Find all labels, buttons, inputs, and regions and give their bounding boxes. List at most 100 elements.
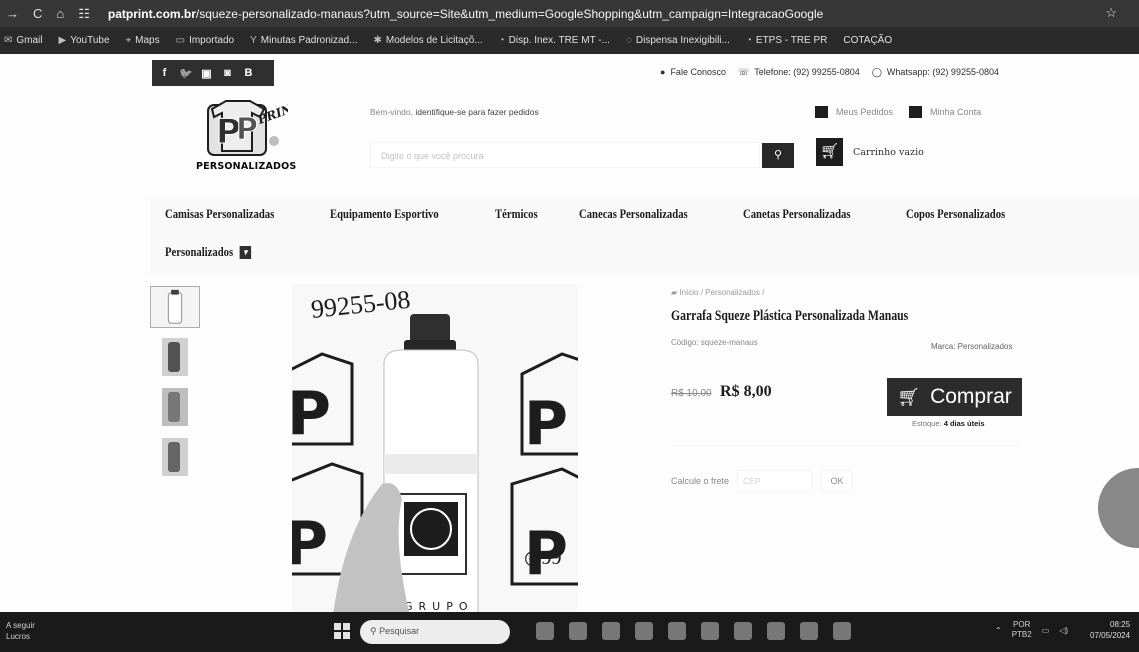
product-brand[interactable]: Marca: Personalizados [931,342,1012,351]
app-icon[interactable] [536,622,554,640]
bookmark-icon: ◔ [745,35,752,46]
cart-widget[interactable]: 🛒︎ Carrinho vazio [816,138,924,166]
bookmark-star-icon[interactable]: ☆ [1105,5,1117,21]
whatsapp-icon: ◯ [871,67,882,77]
buy-label: Comprar [930,385,1012,408]
welcome-text: Bem-vindo, identifique-se para fazer ped… [370,107,539,117]
bookmark-icon: Y [250,35,257,46]
whatsapp-float-icon[interactable] [1098,468,1139,548]
orders-icon [815,106,828,118]
category-canetas[interactable]: Canetas Personalizadas [743,206,850,222]
logo-text: PERSONALIZADOS [196,161,297,172]
whatsapp-link[interactable]: ◯ Whatsapp: (92) 99255-0804 [872,67,999,78]
divider [671,445,1021,446]
home-icon[interactable]: ⌂ [56,6,64,21]
bookmark-importado[interactable]: ▭ Importado [176,35,234,46]
app-icon[interactable] [767,622,785,640]
bookmark-etps[interactable]: ◔ ETPS - TRE PR [746,35,828,46]
bookmark-gmail[interactable]: ✉ Gmail [4,35,43,46]
windows-taskbar: A seguir Lucros ⚲ Pesquisar ⌃ POR PTB2 ▭ ◁… [0,612,1139,652]
category-termicos[interactable]: Térmicos [495,206,538,222]
app-icon[interactable] [701,622,719,640]
bookmark-youtube[interactable]: ▶ YouTube [59,35,110,46]
svg-text:P: P [292,379,331,449]
current-price: R$ 8,00 [720,383,772,400]
search-input[interactable]: Digite o que você procura [370,142,760,168]
site-settings-icon[interactable]: ☷ [78,6,90,22]
taskbar-search[interactable]: ⚲ Pesquisar [360,620,510,644]
back-icon[interactable]: → [6,6,19,21]
svg-text:PRINT: PRINT [255,98,288,127]
category-personalizados[interactable]: Personalizados ▾ [165,244,252,260]
network-icon[interactable]: ▭ [1042,626,1050,635]
chevron-down-icon[interactable]: ▾ [239,245,252,259]
instagram-icon[interactable]: ◙ [221,67,234,79]
product-title: Garrafa Squeze Plástica Personalizada Ma… [671,308,909,324]
category-camisas[interactable]: Camisas Personalizadas [165,206,274,222]
cart-icon: 🛒︎ [897,386,921,407]
youtube-icon: ▶ [58,35,67,46]
account-links: Meus Pedidos Minha Conta [815,106,981,118]
thumbnail-4[interactable] [150,436,200,478]
bookmark-icon: ✱ [373,35,382,46]
product-main-image[interactable]: P P P P 99255-08 ◎99 GRUPO [292,284,578,624]
shipping-label: Calcule o frete [671,476,730,486]
bookmark-maps[interactable]: ⌖ Maps [126,35,160,46]
youtube-icon[interactable]: ▣ [200,67,213,80]
app-icon[interactable] [569,622,587,640]
category-copos[interactable]: Copos Personalizados [906,206,1005,222]
contact-link[interactable]: ● Fale Conosco [660,67,726,78]
login-link[interactable]: identifique-se para fazer pedidos [415,107,538,117]
browser-nav: → C ⌂ ☷ [0,6,90,22]
app-icon[interactable] [800,622,818,640]
app-icon[interactable] [833,622,851,640]
contact-links: ● Fale Conosco ☏ Telefone: (92) 99255-0804… [660,67,999,78]
svg-text:P: P [236,112,258,147]
svg-text:P: P [524,389,568,459]
thumbnail-1[interactable] [150,286,200,328]
stock-info: Estoque: 4 dias úteis [912,419,985,428]
cart-icon: 🛒︎ [816,138,843,166]
my-orders-link[interactable]: Meus Pedidos [815,106,893,118]
search-button[interactable]: ⚲ [762,143,794,168]
thumbnail-3[interactable] [150,386,200,428]
maps-icon: ⌖ [125,35,132,46]
my-account-link[interactable]: Minha Conta [909,106,981,118]
buy-button[interactable]: 🛒︎ Comprar [887,378,1022,416]
chevron-up-icon[interactable]: ⌃ [995,626,1002,635]
category-canecas[interactable]: Canecas Personalizadas [579,206,688,222]
language-indicator[interactable]: POR PTB2 [1012,620,1032,640]
svg-text:◎99: ◎99 [524,547,561,569]
browser-address-bar: → C ⌂ ☷ patprint.com.br/squeze-personali… [0,0,1139,27]
bookmark-dispensa[interactable]: ◌ Dispensa Inexigibili... [626,35,730,46]
windows-start-icon[interactable] [334,623,350,639]
app-icon[interactable] [602,622,620,640]
taskbar-clock[interactable]: 08:25 07/05/2024 [1090,619,1130,641]
site-logo[interactable]: P P PRINT PERSONALIZADOS [196,95,296,180]
bookmark-cotacao[interactable]: COTAÇÃO [843,35,892,46]
facebook-icon[interactable]: f [158,67,171,79]
app-icon[interactable] [668,622,686,640]
bookmark-minutas[interactable]: Y Minutas Padronizad... [250,35,357,46]
twitter-icon[interactable]: 🐦 [179,67,193,80]
thumbnail-2[interactable] [150,336,200,378]
news-widget[interactable]: A seguir Lucros [6,620,35,642]
ok-button[interactable]: OK [821,470,854,492]
url-field[interactable]: patprint.com.br/squeze-personalizado-man… [108,7,1008,21]
category-equipamento[interactable]: Equipamento Esportivo [330,206,439,222]
blog-icon[interactable]: B [242,67,255,79]
bookmark-disp-inex[interactable]: ◔ Disp. Inex. TRE MT -... [499,35,610,46]
product-price: R$ 10,00 R$ 8,00 [671,383,772,401]
bookmark-icon: ◔ [498,35,505,46]
cep-input[interactable]: CEP [737,470,814,492]
app-icon[interactable] [635,622,653,640]
volume-icon[interactable]: ◁) [1059,626,1068,635]
app-icon[interactable] [734,622,752,640]
shipping-calculator: Calcule o frete CEP OK [671,470,854,492]
phone-link[interactable]: ☏ Telefone: (92) 99255-0804 [738,67,860,78]
breadcrumb[interactable]: ▰ Início / Personalizados / [671,288,764,297]
product-code: Código: squeze-manaus [671,338,758,347]
reload-icon[interactable]: C [33,6,42,21]
bookmark-modelos[interactable]: ✱ Modelos de Licitaçõ... [373,35,482,46]
logo-mark-icon: P P PRINT [207,98,288,156]
